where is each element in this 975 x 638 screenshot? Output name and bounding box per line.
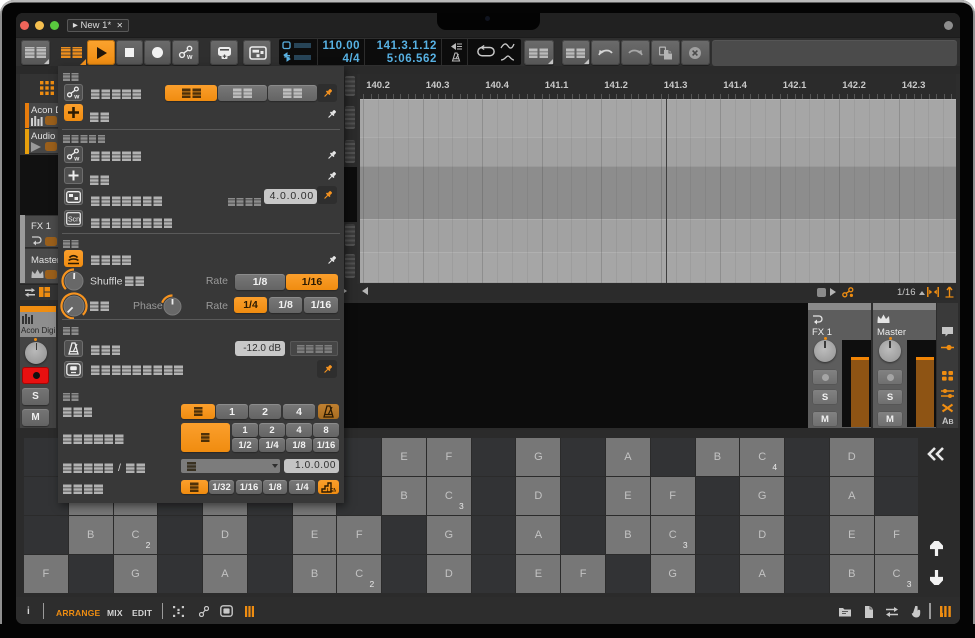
svg-text:w: w	[73, 94, 80, 100]
svg-text:Scn: Scn	[68, 217, 80, 224]
svg-text:LEN: LEN	[327, 488, 336, 493]
svg-text:w: w	[73, 156, 80, 162]
svg-text:w: w	[186, 54, 193, 60]
